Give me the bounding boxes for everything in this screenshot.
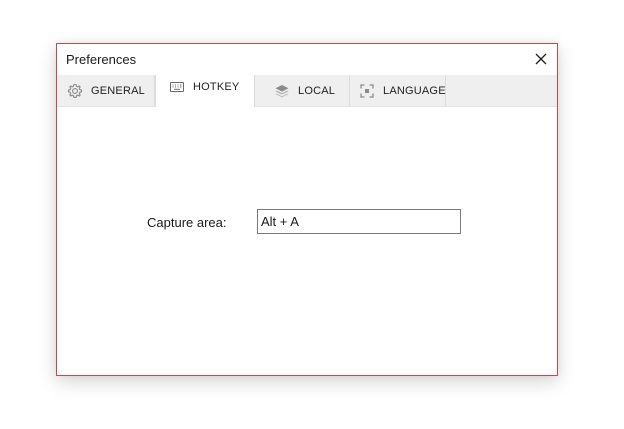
preferences-dialog: Preferences GENERAL HOTKEY LOCAL LANGUAG… (56, 43, 558, 376)
capture-frame-icon (359, 83, 375, 99)
hotkey-panel: Capture area: (57, 107, 557, 375)
capture-area-input[interactable] (257, 209, 461, 234)
tab-bar: GENERAL HOTKEY LOCAL LANGUAGE (57, 75, 557, 107)
keyboard-icon (169, 79, 185, 95)
tab-hotkey-label: HOTKEY (193, 81, 240, 93)
close-icon (535, 53, 547, 65)
tab-language-label: LANGUAGE (383, 85, 446, 97)
tab-local[interactable]: LOCAL (255, 76, 350, 106)
close-button[interactable] (531, 49, 551, 69)
capture-area-label: Capture area: (147, 215, 227, 230)
tab-general[interactable]: GENERAL (57, 76, 155, 106)
tab-general-label: GENERAL (91, 85, 145, 97)
title-bar: Preferences (57, 44, 557, 75)
gear-icon (67, 83, 83, 99)
tab-hotkey[interactable]: HOTKEY (155, 75, 255, 107)
layers-icon (274, 83, 290, 99)
window-title: Preferences (66, 52, 137, 67)
tab-local-label: LOCAL (298, 85, 336, 97)
tab-language[interactable]: LANGUAGE (350, 76, 446, 106)
